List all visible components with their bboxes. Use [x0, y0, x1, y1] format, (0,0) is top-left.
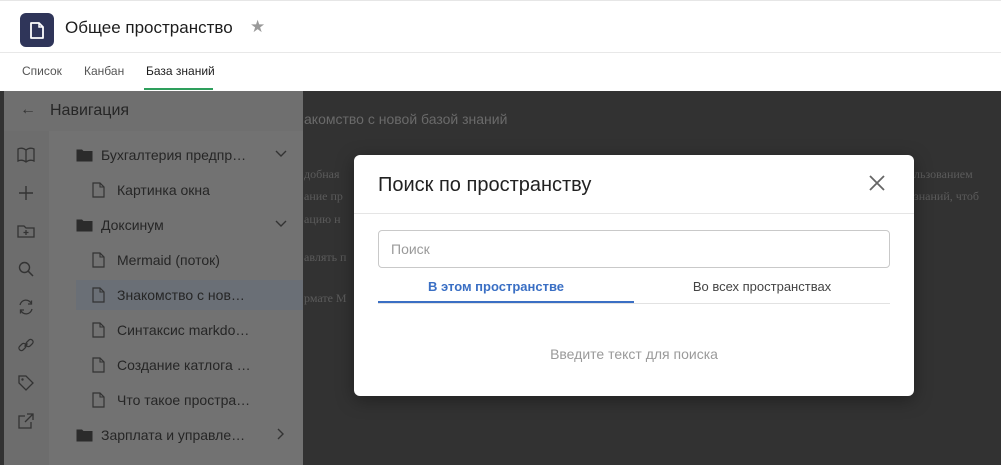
arrow-left-icon[interactable]: ← — [20, 101, 36, 119]
tabs-divider — [378, 303, 890, 304]
tag-icon[interactable] — [15, 372, 37, 394]
empty-search-hint: Введите текст для поиска — [550, 346, 718, 362]
tree-item-label: Зарплата и управле… — [101, 427, 246, 443]
chevron-right-icon[interactable] — [277, 428, 285, 443]
page-icon — [92, 392, 105, 408]
tree-page-window-picture[interactable]: Картинка окна — [92, 175, 303, 205]
tab-list[interactable]: Список — [22, 64, 62, 78]
modal-divider — [354, 213, 914, 214]
active-tab-indicator — [144, 88, 213, 90]
document-line: добная — [304, 167, 340, 181]
page-icon — [92, 322, 105, 338]
tab-this-space[interactable]: В этом пространстве — [378, 279, 614, 301]
folder-plus-icon[interactable] — [15, 220, 37, 242]
tree-item-label: Доксинум — [101, 217, 164, 233]
tab-knowledge-base[interactable]: База знаний — [146, 64, 215, 78]
page-icon — [92, 252, 105, 268]
external-link-icon[interactable] — [15, 410, 37, 432]
tree-item-label: Синтаксис markdo… — [117, 322, 250, 338]
document-icon[interactable] — [20, 13, 54, 47]
tree-folder-doksinum[interactable]: Доксинум — [76, 210, 303, 240]
tab-kanban[interactable]: Канбан — [84, 64, 124, 78]
tree-item-label: Бухгалтерия предпр… — [101, 147, 247, 163]
tree-page-intro-selected[interactable]: Знакомство с нов… — [76, 280, 303, 310]
document-line: авлять п — [304, 250, 347, 264]
chevron-down-icon[interactable] — [275, 147, 287, 161]
tree-item-label: Что такое простра… — [117, 392, 251, 408]
tree-page-what-is-space[interactable]: Что такое простра… — [92, 385, 303, 415]
folder-icon — [76, 149, 93, 162]
document-line: льзованием — [914, 167, 973, 181]
tree-item-label: Mermaid (поток) — [117, 252, 220, 268]
document-heading: акомство с новой базой знаний — [304, 111, 508, 127]
active-tab-indicator — [378, 301, 634, 303]
search-icon[interactable] — [15, 258, 37, 280]
sidebar-title: Навигация — [50, 102, 130, 119]
search-modal: Поиск по пространству В этом пространств… — [354, 155, 914, 396]
tree-page-mermaid[interactable]: Mermaid (поток) — [92, 245, 303, 275]
folder-icon — [76, 429, 93, 442]
top-bar: Общее пространство ★ — [0, 0, 1001, 53]
tree-item-label: Картинка окна — [117, 182, 210, 198]
folder-icon — [76, 219, 93, 232]
document-line: знаний, чтоб — [914, 189, 979, 203]
search-input[interactable] — [378, 230, 890, 268]
tree-folder-salary[interactable]: Зарплата и управле… — [76, 420, 303, 450]
tree-item-label: Знакомство с нов… — [117, 287, 245, 303]
modal-title: Поиск по пространству — [378, 174, 592, 196]
chevron-down-icon[interactable] — [275, 217, 287, 231]
document-line: ацию н — [304, 212, 341, 226]
link-icon[interactable] — [15, 334, 37, 356]
document-line: рмате М — [304, 291, 347, 305]
tree-page-catalog[interactable]: Создание катлога … — [92, 350, 303, 380]
view-tabs: Список Канбан База знаний — [0, 54, 1001, 91]
tree-folder-accounting[interactable]: Бухгалтерия предпр… — [76, 140, 303, 170]
star-icon[interactable]: ★ — [250, 17, 265, 37]
sync-icon[interactable] — [15, 296, 37, 318]
page-icon — [92, 182, 105, 198]
book-icon[interactable] — [15, 144, 37, 166]
plus-icon[interactable] — [15, 182, 37, 204]
tab-all-spaces[interactable]: Во всех пространствах — [634, 279, 890, 301]
page-title: Общее пространство — [65, 18, 233, 37]
tree-item-label: Создание катлога … — [117, 357, 251, 373]
sidebar-header — [4, 91, 303, 131]
tree-page-markdown-syntax[interactable]: Синтаксис markdo… — [92, 315, 303, 345]
page-icon — [92, 357, 105, 373]
close-icon[interactable] — [866, 172, 888, 194]
document-line: ание пр — [304, 189, 343, 203]
page-icon — [92, 287, 105, 303]
